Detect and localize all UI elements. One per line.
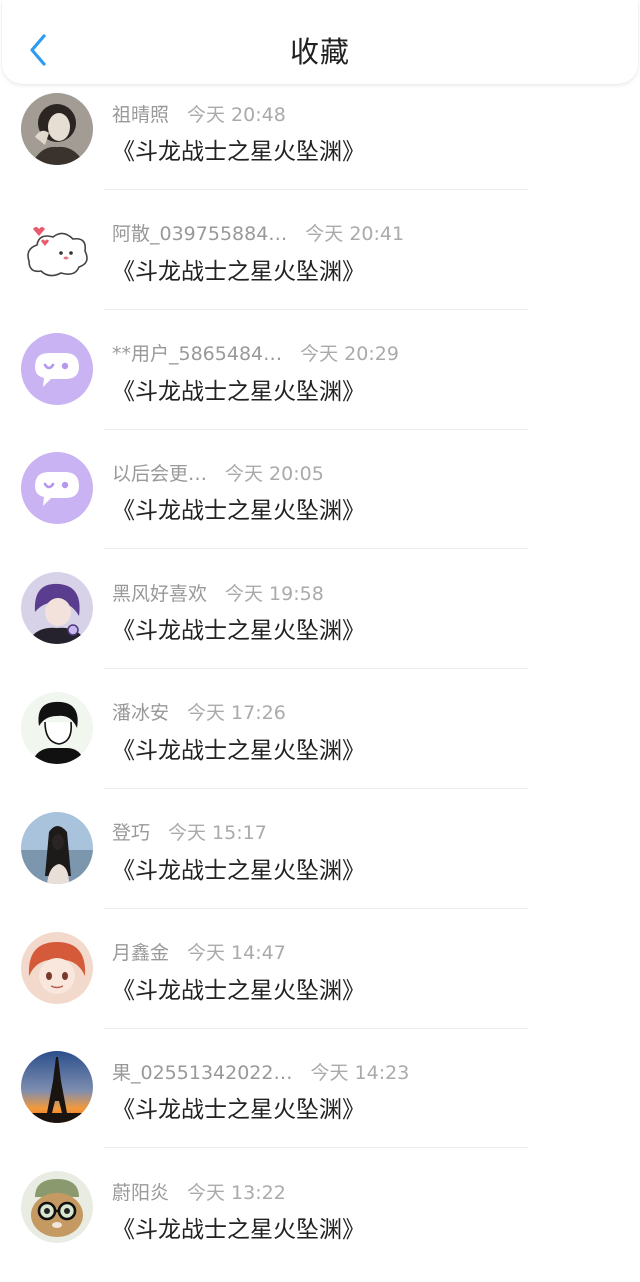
work-title[interactable]: 《斗龙战士之星火坠渊》	[112, 132, 365, 166]
timestamp: 今天 20:48	[187, 103, 286, 126]
favorite-item[interactable]: 潘冰安 今天 17:26 《斗龙战士之星火坠渊》	[0, 683, 640, 803]
username[interactable]: 阿散_039755884…	[112, 219, 287, 246]
work-title[interactable]: 《斗龙战士之星火坠渊》	[112, 851, 365, 885]
favorite-meta: 以后会更… 今天 20:05	[112, 459, 324, 485]
favorite-meta: 祖晴照 今天 20:48	[112, 100, 286, 126]
avatar[interactable]	[21, 691, 93, 764]
work-title[interactable]: 《斗龙战士之星火坠渊》	[112, 731, 365, 765]
timestamp: 今天 15:17	[168, 822, 267, 845]
timestamp: 今天 20:41	[305, 223, 405, 246]
favorite-item[interactable]: 果_02551342022… 今天 14:23 《斗龙战士之星火坠渊》	[0, 1042, 640, 1162]
avatar[interactable]	[21, 572, 93, 645]
divider	[104, 787, 528, 789]
favorite-item[interactable]: 黑风好喜欢 今天 19:58 《斗龙战士之星火坠渊》	[0, 563, 640, 683]
work-title[interactable]: 《斗龙战士之星火坠渊》	[112, 372, 365, 406]
favorites-list: 祖晴照 今天 20:48 《斗龙战士之星火坠渊》 阿散_039755884… 今…	[0, 84, 640, 1282]
work-title[interactable]: 《斗龙战士之星火坠渊》	[112, 1090, 365, 1124]
work-title[interactable]: 《斗龙战士之星火坠渊》	[112, 1210, 365, 1244]
avatar[interactable]	[21, 1171, 93, 1244]
timestamp: 今天 13:22	[187, 1181, 286, 1204]
favorite-meta: 果_02551342022… 今天 14:23	[112, 1058, 409, 1084]
favorite-item[interactable]: 阿散_039755884… 今天 20:41 《斗龙战士之星火坠渊》	[0, 204, 640, 324]
favorite-meta: 阿散_039755884… 今天 20:41	[112, 220, 404, 246]
divider	[104, 428, 528, 430]
header-bar: 收藏	[2, 0, 638, 84]
avatar[interactable]	[21, 212, 93, 285]
divider	[104, 907, 528, 909]
favorite-meta: 月鑫金 今天 14:47	[112, 939, 286, 965]
work-title[interactable]: 《斗龙战士之星火坠渊》	[112, 252, 365, 286]
avatar[interactable]	[21, 1051, 93, 1124]
favorite-item[interactable]: **用户_5865484… 今天 20:29 《斗龙战士之星火坠渊》	[0, 324, 640, 444]
avatar[interactable]	[21, 452, 93, 525]
divider	[104, 1147, 528, 1149]
chat-bubble-icon	[21, 452, 93, 525]
username[interactable]: 月鑫金	[112, 938, 169, 965]
divider	[104, 548, 528, 550]
username[interactable]: 祖晴照	[112, 100, 169, 127]
favorite-meta: 登巧 今天 15:17	[112, 819, 267, 845]
avatar[interactable]	[21, 332, 93, 405]
timestamp: 今天 14:23	[310, 1061, 410, 1084]
divider	[104, 189, 528, 190]
work-title[interactable]: 《斗龙战士之星火坠渊》	[112, 491, 365, 525]
avatar[interactable]	[21, 931, 93, 1004]
timestamp: 今天 19:58	[225, 582, 324, 605]
username[interactable]: 蔚阳炎	[112, 1178, 169, 1205]
username[interactable]: 果_02551342022…	[112, 1058, 292, 1085]
timestamp: 今天 20:05	[225, 462, 324, 485]
timestamp: 今天 14:47	[187, 942, 286, 965]
favorite-item[interactable]: 以后会更… 今天 20:05 《斗龙战士之星火坠渊》	[0, 443, 640, 563]
username[interactable]: 登巧	[112, 818, 150, 845]
work-title[interactable]: 《斗龙战士之星火坠渊》	[112, 971, 365, 1005]
username[interactable]: **用户_5865484…	[112, 339, 282, 366]
favorite-meta: 潘冰安 今天 17:26	[112, 699, 286, 725]
favorite-item[interactable]: 登巧 今天 15:17 《斗龙战士之星火坠渊》	[0, 803, 640, 923]
divider	[104, 668, 528, 670]
divider	[104, 308, 528, 310]
favorite-meta: **用户_5865484… 今天 20:29	[112, 340, 399, 366]
favorite-item[interactable]: 月鑫金 今天 14:47 《斗龙战士之星火坠渊》	[0, 923, 640, 1043]
username[interactable]: 黑风好喜欢	[112, 579, 207, 606]
page-title: 收藏	[289, 35, 350, 69]
work-title[interactable]: 《斗龙战士之星火坠渊》	[112, 611, 365, 645]
username[interactable]: 以后会更…	[112, 459, 207, 486]
favorite-meta: 黑风好喜欢 今天 19:58	[112, 579, 324, 605]
timestamp: 今天 17:26	[187, 702, 286, 725]
username[interactable]: 潘冰安	[112, 698, 169, 725]
timestamp: 今天 20:29	[300, 343, 399, 366]
avatar[interactable]	[21, 93, 93, 165]
avatar[interactable]	[21, 811, 93, 884]
divider	[104, 1027, 528, 1029]
favorite-item[interactable]: 祖晴照 今天 20:48 《斗龙战士之星火坠渊》	[0, 84, 640, 204]
favorite-meta: 蔚阳炎 今天 13:22	[112, 1178, 286, 1204]
chat-bubble-icon	[21, 332, 93, 405]
